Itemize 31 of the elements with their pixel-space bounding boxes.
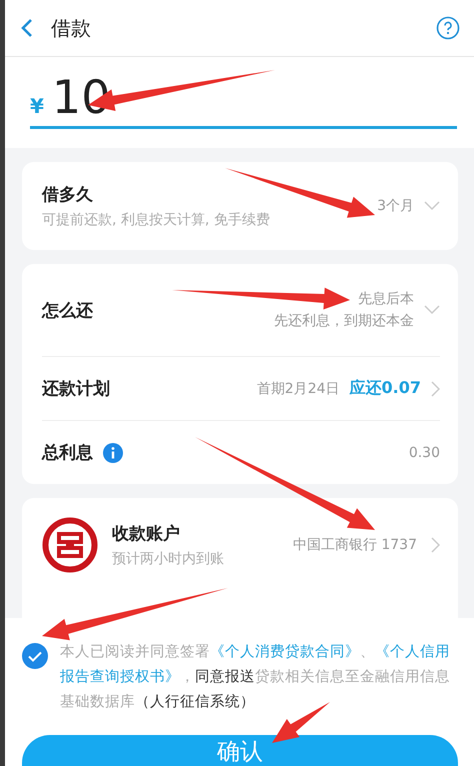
currency-sign: ¥ [30, 94, 44, 118]
annotation-arrow [272, 702, 330, 743]
chevron-right-icon [431, 380, 440, 396]
chevron-right-icon [431, 536, 440, 552]
confirm-button[interactable]: 确认 [22, 735, 458, 766]
page-title: 借款 [51, 14, 92, 42]
agreement-text: 本人已阅读并同意签署《个人消费贷款合同》、《个人信用 报告查询授权书》，同意报送贷款相关信息至金融信用信息基础数据库（人行征信系统） [60, 643, 451, 712]
due-amount: 应还0.07 [350, 378, 421, 399]
repay-method[interactable]: 先息后本 [358, 288, 414, 310]
bank-account[interactable]: 中国工商银行 1737 [292, 536, 417, 554]
plan-label: 还款计划 [42, 378, 111, 400]
back-icon[interactable] [21, 18, 33, 38]
interest-label: 总利息 [42, 442, 93, 464]
contract-link[interactable]: 《个人信用 [375, 644, 450, 660]
chevron-down-icon [424, 305, 440, 315]
contract-link[interactable]: 《个人消费贷款合同》 [210, 644, 360, 660]
bank-logo-icon [42, 516, 98, 572]
first-payment-date: 首期2月24日 [256, 380, 340, 398]
term-label: 借多久 [42, 184, 94, 206]
chevron-down-icon [424, 201, 440, 211]
agreement-checkbox[interactable] [22, 643, 48, 669]
account-label: 收款账户 [112, 522, 181, 544]
repay-detail: 先还利息，到期还本金 [274, 312, 414, 331]
info-icon[interactable] [103, 442, 123, 462]
interest-value: 0.30 [408, 444, 440, 460]
arrival-hint: 预计两小时内到账 [112, 550, 225, 568]
help-icon[interactable] [436, 16, 460, 40]
term-hint: 可提前还款, 利息按天计算, 免手续费 [42, 211, 271, 229]
contract-link[interactable]: 报告查询授权书》 [60, 669, 180, 685]
repay-label: 怎么还 [42, 300, 94, 322]
term-value[interactable]: 3个月 [377, 197, 414, 215]
